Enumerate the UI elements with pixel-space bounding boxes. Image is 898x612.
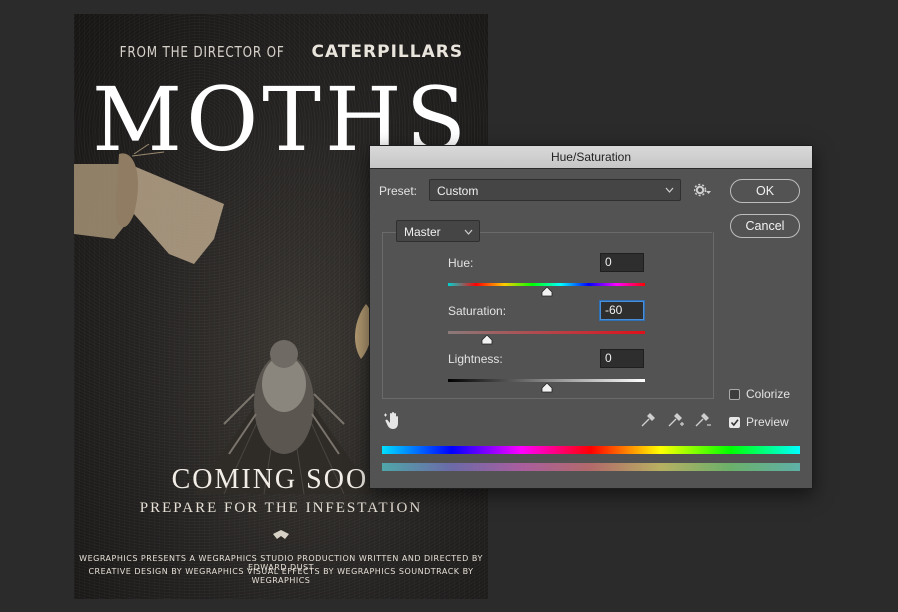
saturation-slider-track[interactable] xyxy=(448,331,645,334)
group-border-left xyxy=(382,232,396,233)
credits-line-2: CREATIVE DESIGN BY WEGRAPHICS VISUAL EFF… xyxy=(88,567,474,585)
channel-dropdown[interactable]: Master xyxy=(396,220,480,242)
tagline-text: PREPARE FOR THE INFESTATION xyxy=(139,500,423,516)
ok-button[interactable]: OK xyxy=(730,179,800,203)
eyedropper-minus-icon[interactable] xyxy=(694,411,712,429)
preset-label: Preset: xyxy=(379,184,418,198)
saturation-label: Saturation: xyxy=(448,304,507,318)
eyedropper-plus-icon[interactable] xyxy=(667,411,685,429)
hue-slider-track[interactable] xyxy=(448,283,645,286)
moth-top-left-image xyxy=(74,144,224,264)
preset-value: Custom xyxy=(437,184,479,198)
director-prefix: FROM THE DIRECTOR OF xyxy=(119,43,285,61)
preview-checkbox[interactable] xyxy=(729,417,740,428)
chevron-down-icon xyxy=(665,187,674,193)
hue-label: Hue: xyxy=(448,256,474,270)
lightness-input[interactable]: 0 xyxy=(600,349,644,368)
director-film: CATERPILLARS xyxy=(311,42,464,62)
poster-director-line: FROM THE DIRECTOR OF CATERPILLARS xyxy=(74,42,488,62)
chevron-down-icon xyxy=(464,229,473,235)
output-color-bar xyxy=(382,463,800,471)
hue-input[interactable]: 0 xyxy=(600,253,644,272)
dialog-title: Hue/Saturation xyxy=(370,146,812,169)
lightness-slider-track[interactable] xyxy=(448,379,645,382)
group-border-right xyxy=(480,232,712,233)
cancel-button[interactable]: Cancel xyxy=(730,214,800,238)
preset-dropdown[interactable]: Custom xyxy=(429,179,681,201)
preview-label[interactable]: Preview xyxy=(746,415,789,429)
colorize-checkbox[interactable] xyxy=(729,389,740,400)
input-color-bar xyxy=(382,446,800,454)
settings-gear-icon[interactable] xyxy=(694,183,712,197)
lightness-label: Lightness: xyxy=(448,352,503,366)
saturation-input[interactable]: -60 xyxy=(600,301,644,320)
hand-target-icon[interactable] xyxy=(384,411,402,431)
eyedropper-icon[interactable] xyxy=(640,411,656,429)
colorize-label[interactable]: Colorize xyxy=(746,387,790,401)
hue-saturation-dialog: Hue/Saturation Preset: Custom OK Cancel … xyxy=(369,145,813,489)
small-moth-icon xyxy=(273,530,289,539)
adjustment-group-box xyxy=(382,232,714,399)
channel-value: Master xyxy=(404,225,441,239)
